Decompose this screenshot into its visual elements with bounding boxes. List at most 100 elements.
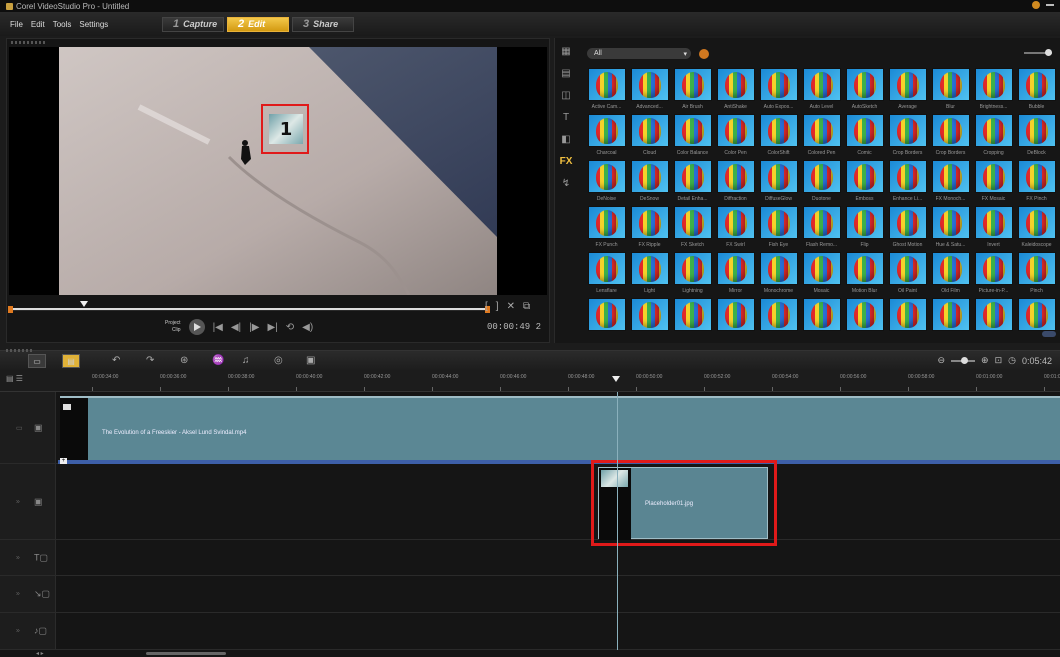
timeline-horizontal-scrollbar[interactable]: ◂ ▸ xyxy=(0,650,1060,657)
effect-thumbnail[interactable] xyxy=(929,298,972,344)
effect-thumbnail[interactable]: Auto Level xyxy=(800,68,843,114)
effect-thumbnail[interactable] xyxy=(628,298,671,344)
mark-in-button[interactable]: [ xyxy=(485,301,488,312)
effect-thumbnail[interactable]: Auto Expos... xyxy=(757,68,800,114)
effect-thumbnail[interactable]: FX Mosaic xyxy=(972,160,1015,206)
path-icon[interactable]: ↯ xyxy=(558,176,574,192)
volume-icon[interactable]: ◀) xyxy=(302,322,313,333)
video-track-icon[interactable]: ▣ xyxy=(34,422,43,433)
panel-grip[interactable] xyxy=(11,41,47,44)
step-capture-tab[interactable]: 1 Capture xyxy=(162,16,224,32)
preview-screen[interactable]: 1 xyxy=(9,47,547,295)
timecode-display[interactable]: 00:00:49 2 xyxy=(487,322,541,332)
title-track-icon[interactable]: T▢ xyxy=(34,552,48,563)
effect-thumbnail[interactable]: Average xyxy=(886,68,929,114)
track-manager-icon[interactable]: ▤ ☰ xyxy=(6,374,23,383)
effect-thumbnail[interactable]: Picture-in-P... xyxy=(972,252,1015,298)
redo-icon[interactable]: ↷ xyxy=(146,355,154,366)
effect-thumbnail[interactable]: Detail Enha... xyxy=(671,160,714,206)
help-icon[interactable] xyxy=(1032,1,1040,9)
menu-edit[interactable]: Edit xyxy=(31,20,45,29)
repeat-icon[interactable]: ⟲ xyxy=(286,322,294,333)
zoom-out-icon[interactable]: ⊖ xyxy=(937,355,945,366)
timeline-grip[interactable] xyxy=(6,349,34,352)
library-options-icon[interactable] xyxy=(699,48,709,59)
undo-icon[interactable]: ↶ xyxy=(112,355,120,366)
mark-out-button[interactable]: ] xyxy=(496,301,499,312)
scroll-arrows-icon[interactable]: ◂ ▸ xyxy=(36,650,44,657)
playhead-line[interactable] xyxy=(617,392,618,650)
effect-thumbnail[interactable]: DiffuseGlow xyxy=(757,160,800,206)
effect-thumbnail[interactable]: FX Ripple xyxy=(628,206,671,252)
effect-thumbnail[interactable]: Crop Borders xyxy=(929,114,972,160)
menu-tools[interactable]: Tools xyxy=(53,20,72,29)
enlarge-preview-icon[interactable]: ⧉ xyxy=(523,301,530,312)
previous-frame-button[interactable]: ◀| xyxy=(231,322,241,333)
thumbnail-size-slider[interactable] xyxy=(1024,49,1052,56)
end-button[interactable]: ▶| xyxy=(267,322,277,333)
effect-thumbnail[interactable]: Monochrome xyxy=(757,252,800,298)
step-edit-tab[interactable]: 2 Edit xyxy=(227,16,289,32)
playhead-marker[interactable] xyxy=(612,376,620,382)
auto-music-icon[interactable]: ♫ xyxy=(242,355,250,366)
effect-thumbnail[interactable]: Charcoal xyxy=(585,114,628,160)
effect-thumbnail[interactable]: FX Sketch xyxy=(671,206,714,252)
zoom-slider[interactable] xyxy=(951,356,976,364)
effect-thumbnail[interactable]: Ghost Motion xyxy=(886,206,929,252)
effect-thumbnail[interactable]: Emboss xyxy=(843,160,886,206)
effect-thumbnail[interactable] xyxy=(886,298,929,344)
effect-thumbnail[interactable]: Mirror xyxy=(714,252,757,298)
effect-thumbnail[interactable]: FX Pinch xyxy=(1015,160,1058,206)
effect-thumbnail[interactable]: Duotone xyxy=(800,160,843,206)
effect-thumbnail[interactable]: Pinch xyxy=(1015,252,1058,298)
effect-thumbnail[interactable]: Fish Eye xyxy=(757,206,800,252)
library-filter-select[interactable]: All ▾ xyxy=(587,48,691,59)
menu-file[interactable]: File xyxy=(10,20,23,29)
effect-thumbnail[interactable]: Active Cam... xyxy=(585,68,628,114)
next-frame-button[interactable]: |▶ xyxy=(249,322,259,333)
music-track-icon[interactable]: ♪▢ xyxy=(34,626,47,637)
effect-thumbnail[interactable]: FX Swirl xyxy=(714,206,757,252)
step-share-tab[interactable]: 3 Share xyxy=(292,16,354,32)
play-button[interactable] xyxy=(188,319,205,335)
audio-mixer-icon[interactable]: ♒ xyxy=(212,355,224,366)
subtitle-editor-icon[interactable]: ▣ xyxy=(306,355,315,366)
effect-thumbnail[interactable] xyxy=(671,298,714,344)
fx-icon[interactable]: FX xyxy=(558,154,574,170)
video-clip[interactable]: The Evolution of a Freeskier - Aksel Lun… xyxy=(60,396,1060,462)
effect-thumbnail[interactable]: DeSnow xyxy=(628,160,671,206)
effect-thumbnail[interactable]: Air Brush xyxy=(671,68,714,114)
scrollbar-thumb[interactable] xyxy=(146,652,226,655)
effect-thumbnail[interactable]: Motion Blur xyxy=(843,252,886,298)
fit-project-icon[interactable]: ⊡ xyxy=(995,355,1003,366)
effect-thumbnail[interactable]: Flip xyxy=(843,206,886,252)
library-scroll-indicator[interactable] xyxy=(1042,331,1056,337)
effect-thumbnail[interactable]: ColorShift xyxy=(757,114,800,160)
effect-thumbnail[interactable]: Invert xyxy=(972,206,1015,252)
effect-thumbnail[interactable]: Bubble xyxy=(1015,68,1058,114)
effect-thumbnail[interactable] xyxy=(714,298,757,344)
effect-thumbnail[interactable]: Old Film xyxy=(929,252,972,298)
effect-thumbnail[interactable]: Cloud xyxy=(628,114,671,160)
split-clip-icon[interactable]: ✕ xyxy=(507,301,515,312)
smart-proxy-icon[interactable]: ⊛ xyxy=(180,355,188,366)
effect-thumbnail[interactable]: Oil Paint xyxy=(886,252,929,298)
effect-thumbnail[interactable]: Brightness... xyxy=(972,68,1015,114)
zoom-in-icon[interactable]: ⊕ xyxy=(981,355,989,366)
effect-thumbnail[interactable] xyxy=(585,298,628,344)
motion-tracking-icon[interactable]: ◎ xyxy=(274,355,283,366)
trim-in-marker[interactable] xyxy=(8,306,13,313)
storyboard-view-button[interactable]: ▭ xyxy=(28,354,46,368)
effect-thumbnail[interactable]: FX Punch xyxy=(585,206,628,252)
effect-thumbnail[interactable]: Comic xyxy=(843,114,886,160)
preview-scrubber[interactable] xyxy=(8,301,490,313)
home-button[interactable]: |◀ xyxy=(213,322,223,333)
project-clip-toggle[interactable]: Project Clip xyxy=(165,320,181,334)
media-icon[interactable]: ▦ xyxy=(558,44,574,60)
voice-track-icon[interactable]: ↘▢ xyxy=(34,589,50,600)
effect-thumbnail[interactable] xyxy=(1015,298,1058,344)
effect-thumbnail[interactable]: Lensflare xyxy=(585,252,628,298)
effect-thumbnail[interactable]: Mosaic xyxy=(800,252,843,298)
effect-thumbnail[interactable] xyxy=(757,298,800,344)
effect-thumbnail[interactable] xyxy=(800,298,843,344)
